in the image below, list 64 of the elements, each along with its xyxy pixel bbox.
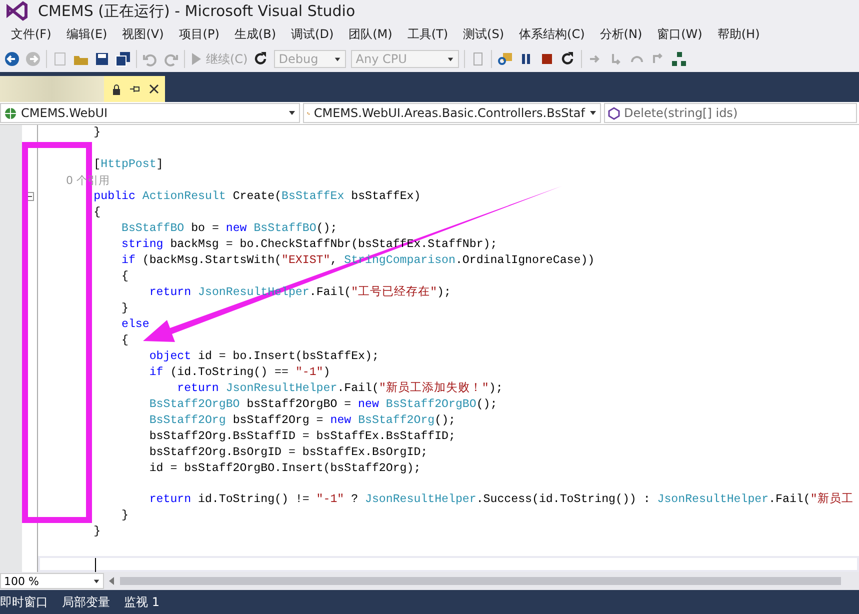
save-icon[interactable]: [94, 51, 110, 67]
code-line: }: [92, 524, 102, 540]
code-line: }: [120, 508, 130, 524]
back-icon[interactable]: [4, 51, 20, 67]
code-line: if (id.ToString() == "-1"): [148, 364, 332, 381]
refresh-icon[interactable]: [252, 51, 269, 67]
pin-icon[interactable]: [129, 84, 141, 94]
menu-item[interactable]: 窗口(W): [650, 26, 710, 42]
code-line: return id.ToString() != "-1" ? JsonResultHelper.Success(id.ToString()) : JsonResultHelper.Fail("新员工: [148, 492, 854, 508]
code-line: BsStaff2OrgBO bsStaff2OrgBO = new BsStaff2OrgBO();: [148, 396, 498, 413]
type-dropdown[interactable]: CMEMS.WebUI.Areas.Basic.Controllers.BsStaf: [303, 103, 601, 123]
find-icon[interactable]: [496, 51, 513, 67]
lock-icon: [112, 84, 121, 94]
menu-item[interactable]: 体系结构(C): [512, 26, 592, 42]
tool-window-tab[interactable]: 监视 1: [124, 594, 160, 610]
document-tab[interactable]: [0, 76, 165, 102]
tool-window-tab[interactable]: 即时窗口: [0, 594, 48, 610]
restart-icon[interactable]: [560, 51, 576, 67]
code-line: {: [120, 268, 130, 285]
menu-item[interactable]: 项目(P): [172, 26, 226, 42]
menu-item[interactable]: 工具(T): [400, 26, 456, 42]
code-line: }: [120, 300, 130, 317]
menu-item[interactable]: 调试(D): [284, 26, 341, 42]
menu-item[interactable]: 视图(V): [115, 26, 171, 42]
code-line: bsStaff2Org.BsStaffID = bsStaffEx.BsStaffID;: [148, 428, 456, 445]
dropdown-arrow-icon[interactable]: [93, 578, 100, 584]
text-cursor: [95, 558, 96, 572]
code-line: BsStaffBO bo = new BsStaffBO();: [120, 220, 338, 237]
code-line: {: [92, 204, 102, 221]
scroll-left-icon[interactable]: [108, 576, 116, 586]
code-line: {: [120, 332, 130, 349]
menu-item[interactable]: 帮助(H): [710, 26, 767, 42]
window-title: CMEMS (正在运行) - Microsoft Visual Studio: [38, 2, 356, 20]
code-line: public ActionResult Create(BsStaffEx bsStaffEx): [92, 188, 422, 205]
horizontal-scrollbar[interactable]: [120, 577, 841, 585]
project-dropdown[interactable]: CMEMS.WebUI: [0, 103, 300, 123]
menu-item[interactable]: 分析(N): [592, 26, 650, 42]
menu-item[interactable]: 团队(M): [342, 26, 400, 42]
zoom-dropdown[interactable]: 100 %: [0, 573, 104, 589]
code-line: [HttpPost]: [92, 156, 164, 173]
dropdown-arrow-icon[interactable]: [446, 56, 454, 62]
menu-item[interactable]: 文件(F): [4, 26, 58, 42]
dropdown-arrow-icon[interactable]: [589, 109, 597, 117]
close-icon[interactable]: [149, 84, 159, 94]
save-all-icon[interactable]: [115, 51, 131, 67]
code-line: }: [92, 125, 102, 141]
code-line: object id = bo.Insert(bsStaffEx);: [148, 348, 380, 365]
code-line: BsStaff2Org bsStaff2Org = new BsStaff2Org();: [148, 412, 456, 429]
play-icon: [190, 52, 202, 66]
menu-item[interactable]: 测试(S): [456, 26, 512, 42]
tool-window-tab[interactable]: 局部变量: [62, 594, 110, 610]
menu-item[interactable]: 生成(B): [227, 26, 284, 42]
hierarchy-icon[interactable]: [670, 51, 687, 67]
dropdown-arrow-icon[interactable]: [334, 56, 341, 62]
code-line: id = bsStaff2OrgBO.Insert(bsStaff2Org);: [148, 460, 422, 477]
visual-studio-logo-icon: [6, 1, 28, 21]
method-icon: [608, 106, 620, 120]
code-line: else: [120, 316, 150, 333]
code-line: bsStaff2Org.BsOrgID = bsStaffEx.BsOrgID;: [148, 444, 429, 461]
code-line: return JsonResultHelper.Fail("新员工添加失败！");: [176, 380, 504, 397]
member-dropdown[interactable]: Delete(string[] ids): [604, 103, 857, 123]
dropdown-arrow-icon[interactable]: [288, 109, 296, 117]
menu-item[interactable]: 编辑(E): [59, 26, 114, 42]
web-project-icon: [4, 106, 17, 120]
